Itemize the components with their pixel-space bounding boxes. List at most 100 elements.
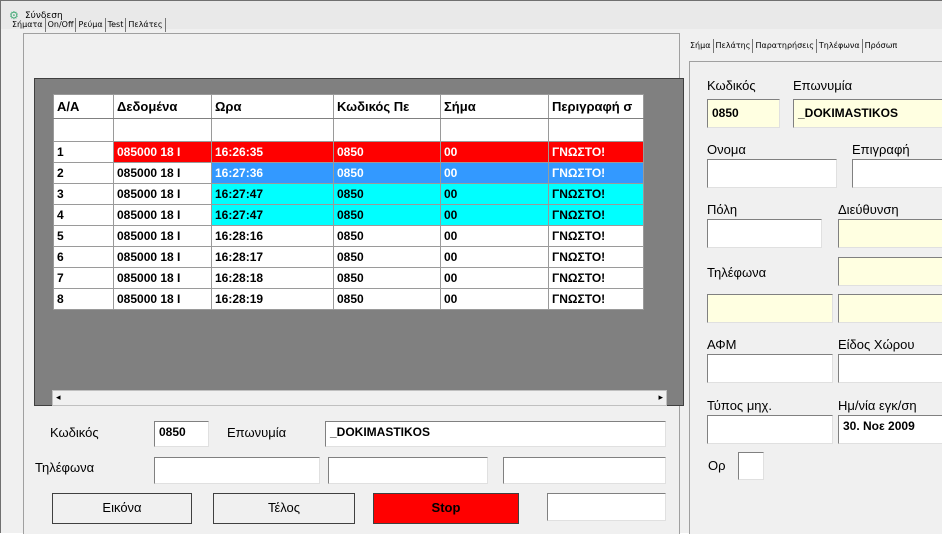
scroll-left-icon[interactable]: ◂ (56, 393, 61, 403)
grid-cell: 2 (53, 162, 114, 184)
phone-field-2[interactable] (328, 457, 488, 484)
city-label: Πόλη (707, 202, 738, 217)
grid-cell: 085000 18 I (113, 288, 212, 310)
grid-cell: 085000 18 I (113, 267, 212, 289)
tab-notes[interactable]: Παρατηρήσεις (753, 39, 817, 53)
grid-cell: 16:28:18 (211, 267, 334, 289)
tab-customers[interactable]: Πελάτες (126, 18, 166, 32)
grid-cell: 0850 (333, 288, 441, 310)
grid-cell: 8 (53, 288, 114, 310)
right-name-field[interactable]: _DOKIMASTIKOS (793, 99, 942, 128)
grid-cell: 16:27:36 (211, 162, 334, 184)
tab-on-off[interactable]: On/Off (46, 18, 77, 32)
tab-customer[interactable]: Πελάτης (714, 39, 754, 53)
grid-cell: ΓΝΩΣΤΟ! (548, 246, 644, 268)
grid-cell: 00 (440, 162, 549, 184)
grid-cell: ΓΝΩΣΤΟ! (548, 162, 644, 184)
code-label: Κωδικός (50, 425, 99, 440)
stop-button[interactable]: Stop (373, 493, 519, 524)
table-row[interactable]: 3 085000 18 I 16:27:47 0850 00 ΓΝΩΣΤΟ! (53, 183, 644, 205)
table-row[interactable]: 2 085000 18 I 16:27:36 0850 00 ΓΝΩΣΤΟ! (53, 162, 644, 184)
right-phone-field-1[interactable] (838, 257, 942, 286)
grid-cell: 5 (53, 225, 114, 247)
phone-field-1[interactable] (154, 457, 320, 484)
table-row[interactable]: 7 085000 18 I 16:28:18 0850 00 ΓΝΩΣΤΟ! (53, 267, 644, 289)
title-field[interactable] (852, 159, 942, 188)
left-tab-strip: Σήματα On/Off Ρεύμα Test Πελάτες (10, 18, 166, 32)
column-header[interactable]: Δεδομένα (113, 94, 212, 119)
grid-cell: ΓΝΩΣΤΟ! (548, 267, 644, 289)
signals-table: Α/Α Δεδομένα Ωρα Κωδικός Πε Σήμα Περιγρα… (53, 94, 644, 310)
column-header[interactable]: Α/Α (53, 94, 114, 119)
grid-cell: 085000 18 I (113, 183, 212, 205)
table-row[interactable]: 4 085000 18 I 16:27:47 0850 00 ΓΝΩΣΤΟ! (53, 204, 644, 226)
right-tab-strip: Σήμα Πελάτης Παρατηρήσεις Τηλέφωνα Πρόσω… (688, 39, 899, 53)
right-phone-field-3[interactable] (838, 294, 942, 323)
title-label: Επιγραφή (852, 142, 910, 157)
tab-power[interactable]: Ρεύμα (76, 18, 106, 32)
first-name-label: Ονομα (707, 142, 746, 157)
grid-cell (333, 118, 441, 142)
table-row[interactable]: 1 085000 18 I 16:26:35 0850 00 ΓΝΩΣΤΟ! (53, 141, 644, 163)
column-header[interactable]: Ωρα (211, 94, 334, 119)
grid-cell: 16:26:35 (211, 141, 334, 163)
install-date-field[interactable]: 30. Νοε 2009 (838, 415, 942, 444)
name-label: Επωνυμία (227, 425, 287, 440)
address-field[interactable] (838, 219, 942, 248)
right-code-field[interactable]: 0850 (707, 99, 780, 128)
column-header[interactable]: Περιγραφή σ (548, 94, 644, 119)
space-type-field[interactable] (838, 354, 942, 383)
column-header[interactable]: Σήμα (440, 94, 549, 119)
machine-type-label: Τύπος μηχ. (707, 398, 772, 413)
grid-cell: 16:28:16 (211, 225, 334, 247)
grid-cell: 0850 (333, 183, 441, 205)
afm-field[interactable] (707, 354, 833, 383)
tab-test[interactable]: Test (106, 18, 127, 32)
machine-type-field[interactable] (707, 415, 833, 444)
end-button[interactable]: Τέλος (213, 493, 355, 524)
tab-phones[interactable]: Τηλέφωνα (817, 39, 863, 53)
scroll-right-icon[interactable]: ▸ (658, 393, 663, 403)
image-button[interactable]: Εικόνα (52, 493, 192, 524)
grid-cell: 6 (53, 246, 114, 268)
right-code-label: Κωδικός (707, 78, 756, 93)
grid-cell: 16:28:17 (211, 246, 334, 268)
grid-cell: 16:27:47 (211, 183, 334, 205)
grid-cell: 0850 (333, 162, 441, 184)
grid-cell: 00 (440, 288, 549, 310)
grid-cell: 0850 (333, 204, 441, 226)
table-row[interactable]: 8 085000 18 I 16:28:19 0850 00 ΓΝΩΣΤΟ! (53, 288, 644, 310)
grid-cell: 085000 18 I (113, 162, 212, 184)
tab-persons[interactable]: Πρόσωπ (863, 39, 900, 53)
grid-cell: 00 (440, 141, 549, 163)
table-row[interactable]: 6 085000 18 I 16:28:17 0850 00 ΓΝΩΣΤΟ! (53, 246, 644, 268)
first-name-field[interactable] (707, 159, 837, 188)
space-type-label: Είδος Χώρου (838, 337, 915, 352)
name-field[interactable]: _DOKIMASTIKOS (325, 421, 666, 447)
grid-cell: 085000 18 I (113, 141, 212, 163)
phone-field-3[interactable] (503, 457, 666, 484)
city-field[interactable] (707, 219, 822, 248)
grid-cell: 0850 (333, 246, 441, 268)
grid-cell (548, 118, 644, 142)
tab-signal[interactable]: Σήμα (688, 39, 714, 53)
grid-cell: 085000 18 I (113, 246, 212, 268)
grid-blank-row[interactable] (53, 118, 644, 142)
grid-cell (113, 118, 212, 142)
grid-cell: 16:28:19 (211, 288, 334, 310)
column-header[interactable]: Κωδικός Πε (333, 94, 441, 119)
grid-cell: ΓΝΩΣΤΟ! (548, 225, 644, 247)
grid-cell: 00 (440, 204, 549, 226)
grid-cell: ΓΝΩΣΤΟ! (548, 288, 644, 310)
floor-field[interactable] (738, 452, 764, 480)
table-row[interactable]: 5 085000 18 I 16:28:16 0850 00 ΓΝΩΣΤΟ! (53, 225, 644, 247)
tab-signals[interactable]: Σήματα (10, 18, 46, 32)
horizontal-scrollbar[interactable]: ◂ ▸ (52, 390, 667, 406)
afm-label: ΑΦΜ (707, 337, 737, 352)
address-label: Διεύθυνση (838, 202, 899, 217)
right-phone-field-2[interactable] (707, 294, 833, 323)
code-field[interactable]: 0850 (154, 421, 209, 447)
grid-cell: 4 (53, 204, 114, 226)
signals-grid[interactable]: Α/Α Δεδομένα Ωρα Κωδικός Πε Σήμα Περιγρα… (34, 78, 684, 406)
status-field[interactable] (547, 493, 666, 521)
